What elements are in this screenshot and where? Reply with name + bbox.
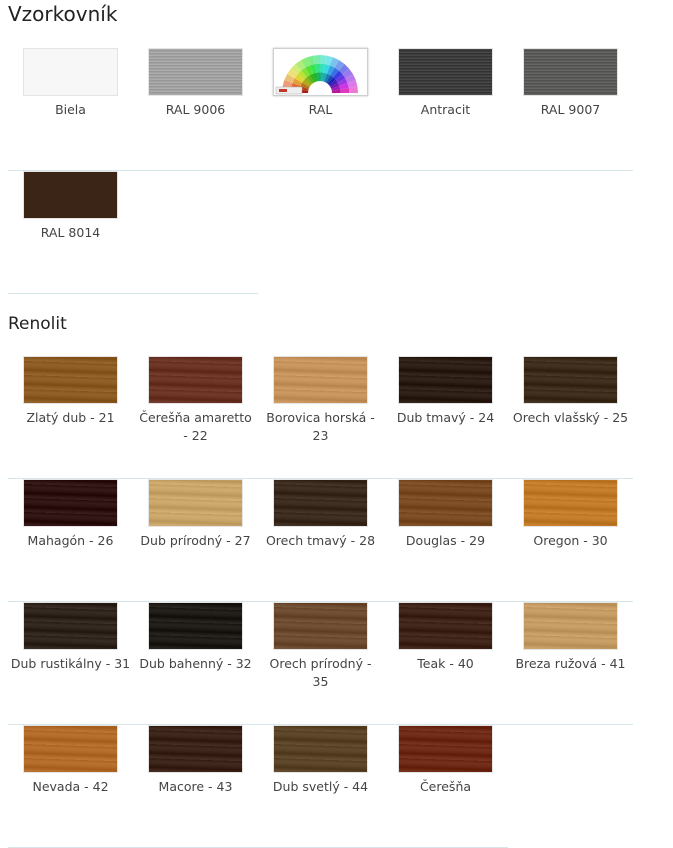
swatch-label: Dub bahenný - 32 — [139, 656, 252, 671]
color-swatch[interactable] — [523, 356, 618, 404]
swatch-item[interactable]: Dub bahenný - 32 — [133, 602, 258, 673]
swatch-item[interactable]: RAL 9007 — [508, 48, 633, 119]
swatch-label: Borovica horská - 23 — [266, 410, 375, 443]
swatch-label: Oregon - 30 — [533, 533, 608, 548]
ral-fan-image — [275, 55, 358, 95]
color-swatch[interactable] — [148, 479, 243, 527]
swatch-label: Macore - 43 — [158, 779, 233, 794]
swatch-item[interactable]: Orech prírodný - 35 — [258, 602, 383, 691]
swatch-item[interactable]: Dub svetlý - 44 — [258, 725, 383, 796]
color-swatch[interactable] — [23, 171, 118, 219]
color-swatch[interactable] — [398, 48, 493, 96]
swatch-item[interactable]: Breza ružová - 41 — [508, 602, 633, 673]
swatch-label: Orech prírodný - 35 — [269, 656, 372, 689]
swatch-item[interactable]: Biela — [8, 48, 133, 119]
swatch-row: Dub rustikálny - 31 Dub bahenný - 32 Orech… — [8, 602, 633, 725]
color-swatch[interactable] — [398, 725, 493, 773]
swatch-item[interactable]: Teak - 40 — [383, 602, 508, 673]
color-swatch[interactable] — [23, 356, 118, 404]
swatch-label: Dub svetlý - 44 — [272, 779, 369, 794]
color-swatch[interactable] — [398, 479, 493, 527]
color-swatch[interactable] — [523, 48, 618, 96]
color-swatch[interactable] — [148, 602, 243, 650]
swatch-item[interactable]: Dub prírodný - 27 — [133, 479, 258, 550]
color-swatch[interactable] — [23, 602, 118, 650]
color-swatch[interactable] — [23, 479, 118, 527]
swatch-label: Zlatý dub - 21 — [26, 410, 115, 425]
color-swatch[interactable] — [523, 602, 618, 650]
color-swatch[interactable] — [273, 725, 368, 773]
swatch-label: Čerešňa — [419, 779, 472, 794]
color-swatch[interactable] — [398, 602, 493, 650]
swatch-item[interactable]: Antracit — [383, 48, 508, 119]
swatch-label: Orech vlašský - 25 — [512, 410, 629, 425]
swatch-item[interactable]: Dub tmavý - 24 — [383, 356, 508, 427]
section-title-renolit: Renolit — [8, 314, 67, 334]
swatch-item[interactable]: RAL 8014 — [8, 171, 133, 242]
swatch-item[interactable]: Oregon - 30 — [508, 479, 633, 550]
swatch-item[interactable]: Mahagón - 26 — [8, 479, 133, 550]
swatch-label: Biela — [55, 102, 86, 117]
color-swatch[interactable] — [148, 356, 243, 404]
color-swatch[interactable] — [273, 356, 368, 404]
swatch-item[interactable]: RAL 9006 — [133, 48, 258, 119]
swatch-label: Mahagón - 26 — [27, 533, 114, 548]
swatch-label: Dub rustikálny - 31 — [10, 656, 131, 671]
swatch-item[interactable]: Douglas - 29 — [383, 479, 508, 550]
swatch-label: RAL 9007 — [540, 102, 601, 117]
swatch-label: RAL — [308, 102, 333, 117]
swatch-label: Breza ružová - 41 — [515, 656, 626, 671]
swatch-label: Antracit — [420, 102, 471, 117]
color-swatch[interactable] — [23, 725, 118, 773]
color-swatch[interactable] — [523, 479, 618, 527]
swatch-row: Nevada - 42 Macore - 43 Dub svetlý - 44 Čer… — [8, 725, 508, 848]
swatch-label: RAL 9006 — [165, 102, 226, 117]
swatch-label: Dub prírodný - 27 — [140, 533, 251, 548]
swatch-item[interactable]: Borovica horská - 23 — [258, 356, 383, 445]
swatch-label: Teak - 40 — [417, 656, 474, 671]
swatch-item[interactable]: Macore - 43 — [133, 725, 258, 796]
color-swatch[interactable] — [398, 356, 493, 404]
swatch-label: Dub tmavý - 24 — [396, 410, 495, 425]
swatch-item[interactable]: Orech vlašský - 25 — [508, 356, 633, 427]
color-swatch[interactable] — [273, 479, 368, 527]
swatch-item[interactable]: Nevada - 42 — [8, 725, 133, 796]
swatch-item[interactable]: Orech tmavý - 28 — [258, 479, 383, 550]
section-title-vzorkovnik: Vzorkovník — [8, 2, 118, 26]
color-swatch[interactable] — [273, 602, 368, 650]
swatch-item[interactable]: Čerešňa amaretto - 22 — [133, 356, 258, 445]
color-swatch[interactable] — [148, 48, 243, 96]
swatch-row: RAL 8014 — [8, 171, 258, 294]
swatch-label: RAL 8014 — [40, 225, 101, 240]
swatch-item[interactable]: Dub rustikálny - 31 — [8, 602, 133, 673]
swatch-label: Čerešňa amaretto - 22 — [139, 410, 252, 443]
color-swatch[interactable] — [148, 725, 243, 773]
swatch-item[interactable]: Čerešňa — [383, 725, 508, 796]
swatch-item[interactable]: Zlatý dub - 21 — [8, 356, 133, 427]
swatch-label: Nevada - 42 — [32, 779, 109, 794]
swatch-row: Mahagón - 26 Dub prírodný - 27 Orech tmavý… — [8, 479, 633, 602]
swatch-label: Douglas - 29 — [405, 533, 486, 548]
swatch-row: Biela RAL 9006 RAL Antracit RAL 9007 — [8, 48, 633, 171]
swatch-label: Orech tmavý - 28 — [265, 533, 376, 548]
swatch-item[interactable]: RAL — [258, 48, 383, 119]
color-swatch[interactable] — [273, 48, 368, 96]
color-swatch[interactable] — [23, 48, 118, 96]
swatch-row: Zlatý dub - 21 Čerešňa amaretto - 22 Borov… — [8, 356, 633, 479]
